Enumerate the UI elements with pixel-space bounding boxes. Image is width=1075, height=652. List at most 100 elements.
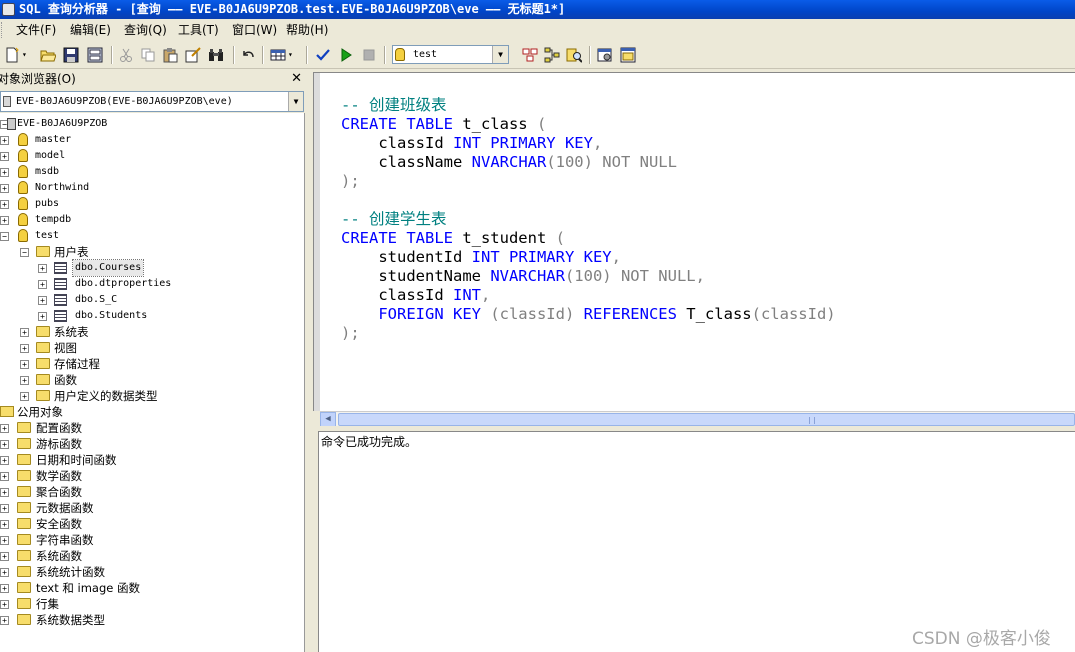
expand-icon[interactable]: +: [20, 360, 29, 369]
insert-template-icon[interactable]: [185, 47, 201, 63]
menu-file[interactable]: 文件(F): [16, 19, 56, 41]
code-line: CREATE TABLE t_class (: [341, 115, 836, 134]
expand-icon[interactable]: +: [0, 184, 9, 193]
results-pane[interactable]: 命令已成功完成。: [318, 431, 1075, 652]
show-results-pane-icon[interactable]: [620, 47, 636, 63]
close-icon[interactable]: ✕: [291, 70, 302, 88]
expand-icon[interactable]: +: [0, 152, 9, 161]
object-browser-tree: − EVE-B0JA6U9PZOB + master + model + msd…: [0, 113, 305, 652]
server-select-value: EVE-B0JA6U9PZOB(EVE-B0JA6U9PZOB\eve): [16, 96, 233, 107]
code-line: CREATE TABLE t_student (: [341, 229, 836, 248]
folder-icon: [17, 518, 31, 529]
code-line: );: [341, 324, 836, 343]
code-token: studentId: [341, 248, 472, 266]
collapse-icon[interactable]: −: [0, 232, 9, 241]
save-template-icon[interactable]: [87, 47, 103, 63]
toolbar-separator: [111, 46, 113, 64]
paste-icon[interactable]: [162, 47, 178, 63]
toolbar: ▾ ▾: [0, 41, 1075, 69]
menu-edit[interactable]: 编辑(E): [70, 19, 111, 41]
scroll-left-icon[interactable]: ◀: [320, 412, 336, 427]
results-grid-icon[interactable]: [270, 47, 286, 63]
expand-icon[interactable]: +: [0, 552, 9, 561]
expand-icon[interactable]: +: [0, 168, 9, 177]
expand-icon[interactable]: +: [0, 536, 9, 545]
server-icon: [3, 96, 11, 107]
folder-icon: [17, 502, 31, 513]
code-token: T_class: [676, 305, 752, 323]
expand-icon[interactable]: +: [0, 504, 9, 513]
expand-icon[interactable]: +: [0, 472, 9, 481]
expand-icon[interactable]: +: [0, 600, 9, 609]
expand-icon[interactable]: +: [0, 424, 9, 433]
expand-icon[interactable]: +: [0, 456, 9, 465]
server-select[interactable]: EVE-B0JA6U9PZOB(EVE-B0JA6U9PZOB\eve) ▼: [0, 91, 304, 112]
code-token: t_student: [452, 229, 556, 247]
tree-folder-label: 配置函数: [36, 421, 82, 435]
menu-help[interactable]: 帮助(H): [286, 19, 328, 41]
folder-icon: [36, 358, 50, 369]
execution-plan-icon[interactable]: [544, 47, 560, 63]
object-search-icon[interactable]: [522, 47, 538, 63]
expand-icon[interactable]: +: [0, 520, 9, 529]
tree-folder-label: 系统表: [54, 325, 89, 339]
parse-check-icon[interactable]: [315, 47, 331, 63]
execute-play-icon[interactable]: [338, 47, 354, 63]
stop-icon[interactable]: [361, 47, 377, 63]
expand-icon[interactable]: +: [0, 136, 9, 145]
folder-icon: [36, 390, 50, 401]
undo-icon[interactable]: [240, 47, 256, 63]
sql-code[interactable]: -- 创建班级表 CREATE TABLE t_class ( classId I…: [341, 96, 836, 343]
new-dropdown-icon[interactable]: ▾: [22, 47, 38, 63]
expand-icon[interactable]: +: [38, 312, 47, 321]
toolbar-separator: [384, 46, 386, 64]
expand-icon[interactable]: +: [20, 392, 29, 401]
chevron-down-icon[interactable]: ▼: [492, 46, 508, 63]
expand-icon[interactable]: +: [20, 344, 29, 353]
tree-db-label: tempdb: [35, 214, 72, 225]
menu-tools[interactable]: 工具(T): [178, 19, 219, 41]
expand-icon[interactable]: +: [0, 616, 9, 625]
expand-icon[interactable]: +: [20, 328, 29, 337]
expand-icon[interactable]: +: [38, 280, 47, 289]
menu-query[interactable]: 查询(Q): [124, 19, 167, 41]
find-binoculars-icon[interactable]: [208, 47, 224, 63]
database-select[interactable]: test ▼: [392, 45, 509, 64]
scroll-grip: [809, 417, 815, 424]
code-token: ,: [592, 134, 603, 152]
expand-icon[interactable]: +: [0, 584, 9, 593]
expand-icon[interactable]: +: [38, 264, 47, 273]
expand-icon[interactable]: +: [0, 488, 9, 497]
code-token: ,: [611, 248, 621, 266]
expand-icon[interactable]: +: [38, 296, 47, 305]
toolbar-separator: [233, 46, 235, 64]
folder-icon: [17, 454, 31, 465]
properties-icon[interactable]: [597, 47, 613, 63]
menu-window[interactable]: 窗口(W): [232, 19, 277, 41]
cut-icon[interactable]: [118, 47, 134, 63]
expand-icon[interactable]: +: [20, 376, 29, 385]
tree-folder-label: 数学函数: [36, 469, 82, 483]
expand-icon[interactable]: +: [0, 440, 9, 449]
tree-folder-label: 系统数据类型: [36, 613, 105, 627]
object-browser-title: 对象浏览器(O): [0, 72, 76, 86]
folder-icon: [36, 246, 50, 257]
index-tuning-icon[interactable]: [566, 47, 582, 63]
folder-icon: [17, 534, 31, 545]
horizontal-scrollbar[interactable]: ◀: [320, 411, 1075, 427]
results-dropdown-icon[interactable]: ▾: [288, 47, 304, 63]
expand-icon[interactable]: +: [0, 216, 9, 225]
open-folder-icon[interactable]: [40, 47, 56, 63]
tree-folder-label: 视图: [54, 341, 77, 355]
scrollbar-thumb[interactable]: [338, 413, 1075, 426]
copy-icon[interactable]: [140, 47, 156, 63]
tree-folder-label: 日期和时间函数: [36, 453, 117, 467]
query-editor[interactable]: -- 创建班级表 CREATE TABLE t_class ( classId I…: [313, 72, 1075, 411]
expand-icon[interactable]: +: [0, 568, 9, 577]
tree-server[interactable]: − EVE-B0JA6U9PZOB: [0, 116, 300, 132]
collapse-icon[interactable]: −: [20, 248, 29, 257]
chevron-down-icon[interactable]: ▼: [288, 92, 303, 111]
save-icon[interactable]: [63, 47, 79, 63]
new-query-icon[interactable]: [4, 47, 20, 63]
expand-icon[interactable]: +: [0, 200, 9, 209]
